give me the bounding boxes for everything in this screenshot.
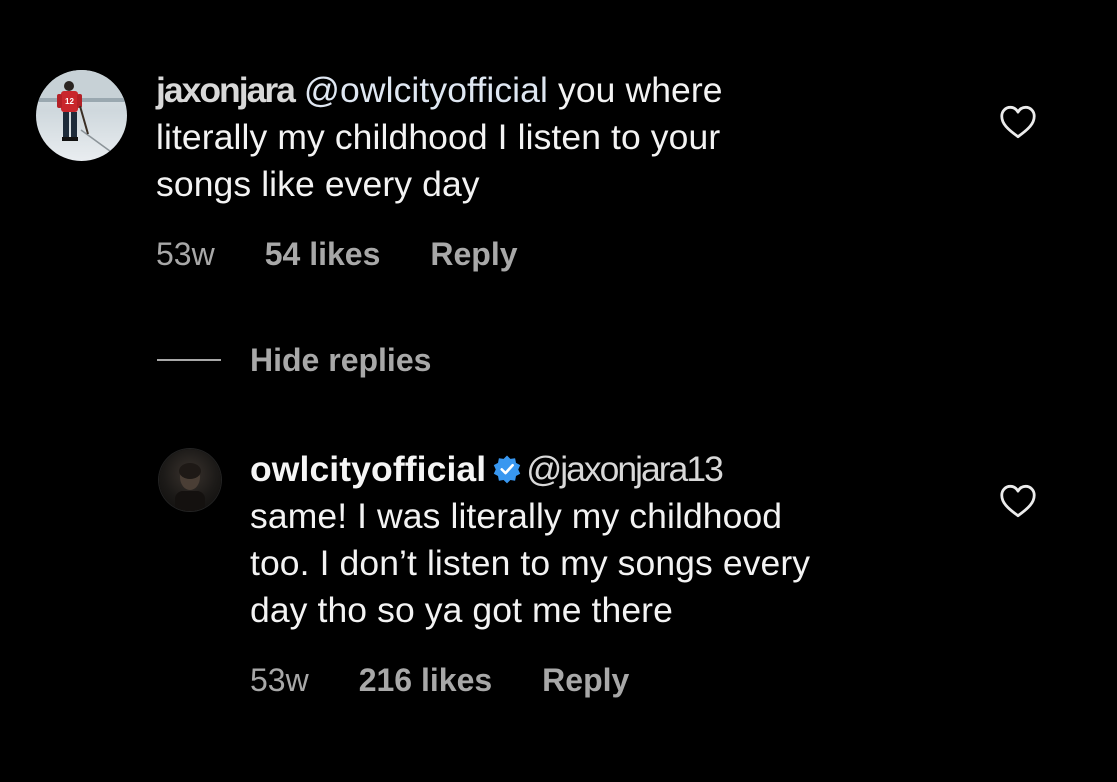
reply-text-line-1: same! I was literally my childhood <box>250 496 783 536</box>
reply-username[interactable]: owlcityofficial <box>250 449 486 489</box>
comment-likes[interactable]: 54 likes <box>265 236 381 273</box>
profile-photo <box>175 463 205 511</box>
reply-text-line-2: too. I don’t listen to my songs every <box>250 543 811 583</box>
reply-body: owlcityofficial @jaxonjara13 same! I was … <box>250 446 970 634</box>
comment-username[interactable]: jaxonjara <box>156 70 296 110</box>
like-heart-icon[interactable] <box>999 105 1037 139</box>
comment-meta: 53w 54 likes Reply <box>156 236 518 273</box>
comment-time: 53w <box>156 236 215 272</box>
avatar-owlcityofficial[interactable] <box>159 449 221 511</box>
svg-text:12: 12 <box>65 97 74 106</box>
comment-reply-button[interactable]: Reply <box>430 236 517 273</box>
hide-replies-button[interactable]: Hide replies <box>250 342 431 379</box>
hockey-player-photo: 12 <box>36 70 127 155</box>
reply-mention[interactable]: @jaxonjara13 <box>526 449 724 489</box>
reply-text-line-3: day tho so ya got me there <box>250 590 673 630</box>
comment-text-line-2: literally my childhood I listen to your <box>156 117 721 157</box>
reply-time: 53w <box>250 662 309 698</box>
comment-mention[interactable]: @owlcityofficial <box>304 70 548 110</box>
reply-reply-button[interactable]: Reply <box>542 662 629 699</box>
verified-badge-icon <box>494 455 521 484</box>
comment-body: jaxonjara @owlcityofficial you where lite… <box>156 67 956 208</box>
replies-divider-line <box>157 359 221 361</box>
comment-text-line-3: songs like every day <box>156 164 480 204</box>
comment-text-line-1: you where <box>548 70 723 110</box>
like-heart-icon[interactable] <box>999 484 1037 518</box>
reply-meta: 53w 216 likes Reply <box>250 662 629 699</box>
reply-likes[interactable]: 216 likes <box>359 662 492 699</box>
avatar-commenter[interactable]: 12 <box>36 70 127 161</box>
